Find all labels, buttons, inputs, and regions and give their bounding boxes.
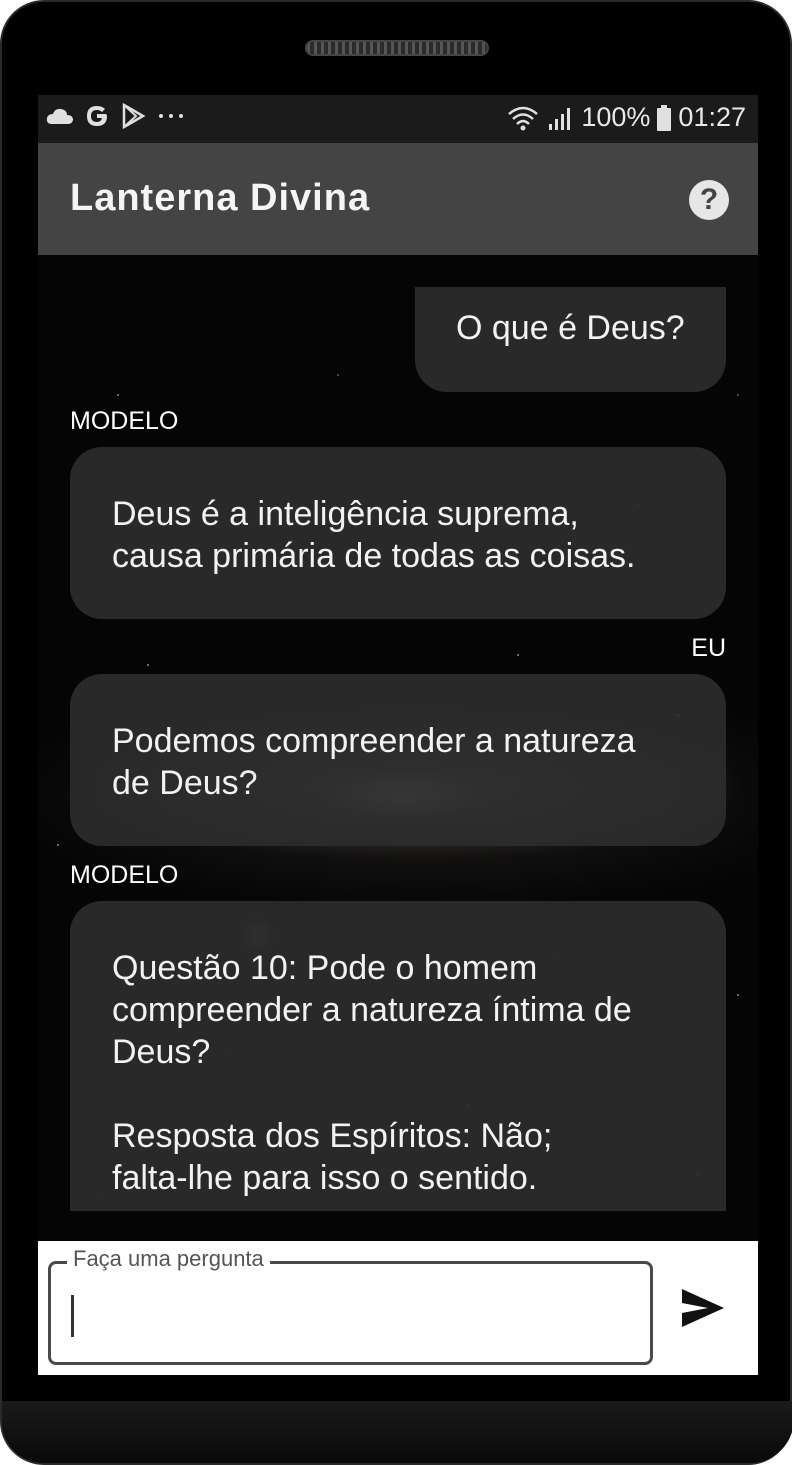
question-input[interactable]: Faça uma pergunta	[48, 1246, 653, 1365]
text-caret	[71, 1295, 74, 1337]
sender-label: MODELO	[70, 861, 179, 889]
status-bar: 100% 01:27	[38, 95, 758, 143]
sender-label: EU	[691, 634, 726, 662]
signal-icon	[549, 107, 571, 130]
app-title: Lanterna Divina	[70, 177, 371, 219]
more-dots-icon	[159, 114, 183, 118]
app-screen: 100% 01:27 Lanterna Divina ? O que é Deu…	[38, 95, 758, 1375]
battery-icon	[657, 104, 672, 131]
sender-label: MODELO	[70, 407, 179, 435]
message-text: Questão 10: Pode o homem compreender a n…	[112, 949, 632, 1197]
message-text: Deus é a inteligência suprema, causa pri…	[112, 495, 636, 575]
message-bubble-user: Podemos compreender a natureza de Deus?	[70, 674, 726, 846]
battery-percent: 100%	[581, 102, 651, 132]
wifi-icon	[508, 106, 539, 130]
message-bubble-model: Deus é a inteligência suprema, causa pri…	[70, 447, 726, 619]
google-icon	[87, 106, 107, 126]
question-input-label: Faça uma pergunta	[67, 1246, 270, 1272]
message-text: O que é Deus?	[456, 309, 685, 347]
clock: 01:27	[678, 102, 746, 132]
phone-bottom-bezel	[2, 1401, 792, 1463]
earpiece-speaker	[305, 40, 489, 56]
send-icon[interactable]	[678, 1283, 728, 1333]
message-bubble-user: O que é Deus?	[415, 287, 726, 392]
input-bar: Faça uma pergunta	[38, 1241, 758, 1375]
help-icon[interactable]: ?	[689, 180, 729, 220]
play-icon	[122, 103, 146, 129]
cloud-icon	[46, 108, 73, 124]
message-bubble-model: Questão 10: Pode o homem compreender a n…	[70, 901, 726, 1211]
app-bar: Lanterna Divina ?	[38, 143, 758, 255]
phone-frame: 100% 01:27 Lanterna Divina ? O que é Deu…	[0, 0, 792, 1465]
message-text: Podemos compreender a natureza de Deus?	[112, 722, 636, 802]
